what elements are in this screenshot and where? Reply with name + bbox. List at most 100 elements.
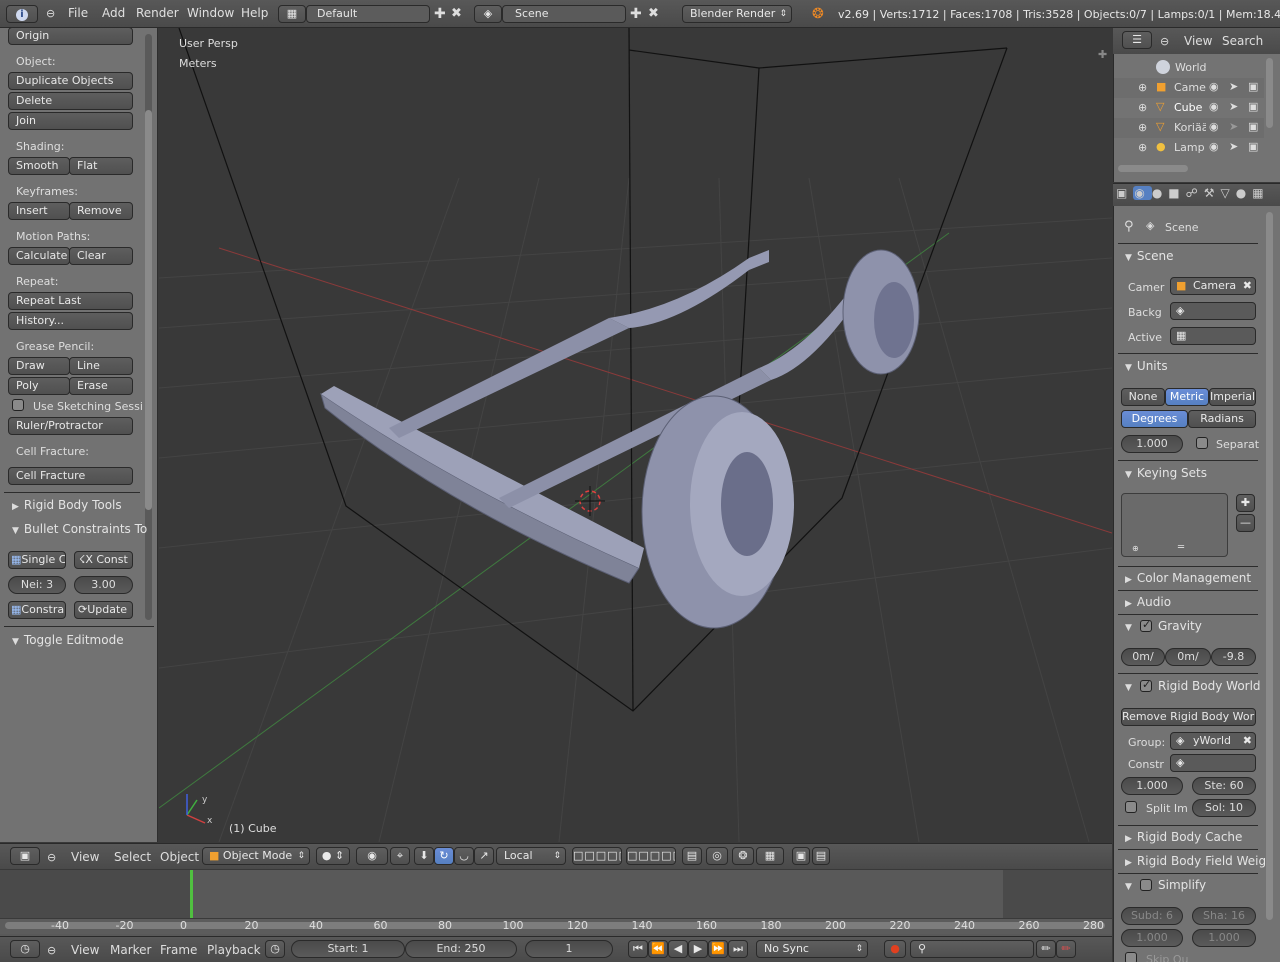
smooth-button[interactable]: Smooth	[8, 157, 70, 175]
erase-button[interactable]: Erase	[69, 377, 133, 395]
constraints-group-field[interactable]: ◈	[1170, 754, 1256, 772]
insert-keyframe-icon-button[interactable]: ✏	[1036, 940, 1056, 958]
outliner-hscrollbar[interactable]	[1118, 165, 1188, 172]
color-management-panel-header[interactable]: ▶ Color Management	[1125, 571, 1251, 585]
manipulator-toggle[interactable]: ⌖	[390, 847, 410, 865]
toggle-editmode-panel[interactable]: ▼ Toggle Editmode	[12, 633, 124, 647]
gravity-z-field[interactable]: -9.8	[1211, 648, 1256, 666]
viewport-corner-plus-icon[interactable]: ✚	[1098, 48, 1107, 61]
rigid-body-tools-panel[interactable]: ▶ Rigid Body Tools	[12, 498, 122, 512]
repeat-last-button[interactable]: Repeat Last	[8, 292, 133, 310]
clear-x-icon[interactable]: ✖	[1243, 278, 1252, 294]
add-keying-set-button[interactable]: ✚	[1236, 494, 1255, 512]
list-resize-grip-icon[interactable]: ⊕	[1132, 544, 1139, 553]
rigid-body-world-checkbox[interactable]	[1140, 678, 1152, 692]
join-button[interactable]: Join	[8, 112, 133, 130]
rotate-manipulator-button[interactable]: ↻	[434, 847, 454, 865]
pivot-point-select[interactable]: ◉	[356, 847, 388, 865]
units-none-button[interactable]: None	[1121, 388, 1165, 406]
render-engine-select[interactable]: Blender Render ⇕	[682, 5, 792, 23]
snap-element-button[interactable]: ▦	[756, 847, 784, 865]
jump-keyframe-forward-button[interactable]: ⏩	[708, 940, 728, 958]
active-clip-field[interactable]: ▦	[1170, 327, 1256, 345]
remove-keyframe-button[interactable]: Remove	[69, 202, 133, 220]
subdivision-field[interactable]: Subd: 6	[1121, 907, 1183, 925]
timeline-menu-frame[interactable]: Frame	[160, 943, 197, 957]
outliner-menu-search[interactable]: Search	[1222, 34, 1263, 48]
list-drag-handle-icon[interactable]: ═	[1178, 542, 1184, 553]
rigid-body-field-weights-panel-header[interactable]: ▶ Rigid Body Field Weigh	[1125, 854, 1265, 868]
scene-panel-header[interactable]: ▼ Scene	[1125, 249, 1174, 263]
gravity-checkbox[interactable]	[1140, 618, 1152, 632]
flat-button[interactable]: Flat	[69, 157, 133, 175]
outliner-row-world[interactable]: World	[1114, 58, 1264, 78]
jump-end-button[interactable]: ⏭	[728, 940, 748, 958]
skip-quad-checkbox[interactable]	[1125, 952, 1137, 962]
threshold-field[interactable]: 3.00	[74, 576, 133, 594]
scene-camera-field[interactable]: ■ Camera ✖	[1170, 277, 1256, 295]
translate-manipulator-button[interactable]: ⬇	[414, 847, 434, 865]
audio-panel-header[interactable]: ▶ Audio	[1125, 595, 1171, 609]
add-scene-icon[interactable]: ✚	[630, 6, 642, 22]
keying-set-field[interactable]: ⚲	[910, 940, 1034, 958]
add-layout-icon[interactable]: ✚	[434, 6, 446, 22]
outliner-vscrollbar[interactable]	[1266, 58, 1273, 128]
jump-start-button[interactable]: ⏮	[628, 940, 648, 958]
render-camera-icon[interactable]: ▣	[1248, 100, 1258, 113]
menu-render[interactable]: Render	[136, 6, 179, 20]
select-arrow-icon[interactable]: ➤	[1229, 80, 1238, 93]
unit-scale-field[interactable]: 1.000	[1121, 435, 1183, 453]
scale-manipulator-button[interactable]: ◡	[454, 847, 474, 865]
cell-fracture-button[interactable]: Cell Fracture	[8, 467, 133, 485]
units-metric-button[interactable]: Metric	[1165, 388, 1209, 406]
neighbors-field[interactable]: Nei: 3	[8, 576, 66, 594]
expand-icon[interactable]: ⊕	[1138, 101, 1147, 114]
expand-icon[interactable]: ⊕	[1138, 141, 1147, 154]
timeline-menu-playback[interactable]: Playback	[207, 943, 261, 957]
jump-keyframe-back-button[interactable]: ⏪	[648, 940, 668, 958]
tool-shelf-scroll-thumb[interactable]	[145, 110, 152, 510]
degrees-button[interactable]: Degrees	[1121, 410, 1188, 428]
calculate-button[interactable]: Calculate	[8, 247, 70, 265]
collapse-menu-icon[interactable]: ⊖	[46, 7, 55, 20]
insert-keyframe-button[interactable]: Insert	[8, 202, 70, 220]
draw-button[interactable]: Draw	[8, 357, 70, 375]
x-constraint-button[interactable]: ☇X Const	[74, 551, 133, 569]
menu-add[interactable]: Add	[102, 6, 125, 20]
expand-icon[interactable]: ⊕	[1138, 121, 1147, 134]
pin-icon[interactable]: ⚲	[1124, 219, 1134, 234]
background-scene-field[interactable]: ◈	[1170, 302, 1256, 320]
duplicate-objects-button[interactable]: Duplicate Objects	[8, 72, 133, 90]
visibility-eye-icon[interactable]: ◉	[1209, 120, 1219, 133]
delete-keyframe-icon-button[interactable]: ✏	[1056, 940, 1076, 958]
lock-layers-button[interactable]: ▤	[682, 847, 702, 865]
proportional-edit-button[interactable]: ◎	[706, 847, 728, 865]
gravity-x-field[interactable]: 0m/	[1121, 648, 1165, 666]
current-frame-field[interactable]: 1	[525, 940, 613, 958]
separate-units-checkbox[interactable]	[1196, 437, 1208, 449]
visibility-eye-icon[interactable]: ◉	[1209, 100, 1219, 113]
layers-group-2[interactable]: □□□□□	[626, 847, 676, 865]
split-impulse-checkbox[interactable]	[1125, 801, 1137, 813]
menu-window[interactable]: Window	[187, 6, 234, 20]
timeline-menu-marker[interactable]: Marker	[110, 943, 151, 957]
screen-layout-icon-button[interactable]: ▦	[278, 5, 306, 23]
timeline-current-frame-line[interactable]	[190, 870, 193, 918]
scene-field[interactable]: Scene	[502, 5, 626, 23]
history-button[interactable]: History...	[8, 312, 133, 330]
scene-icon-button[interactable]: ◈	[474, 5, 502, 23]
outliner-collapse-icon[interactable]: ⊖	[1160, 35, 1169, 48]
screen-layout-field[interactable]: Default	[306, 5, 430, 23]
steps-per-second-field[interactable]: Ste: 60	[1192, 777, 1256, 795]
snap-manipulator-button[interactable]: ↗	[474, 847, 494, 865]
render-camera-icon[interactable]: ▣	[1248, 80, 1258, 93]
properties-tab-icons[interactable]: ▣◉●■☍⚒▽●▦	[1116, 186, 1278, 204]
rigid-body-cache-panel-header[interactable]: ▶ Rigid Body Cache	[1125, 830, 1242, 844]
menu-help[interactable]: Help	[241, 6, 268, 20]
keying-clock-button[interactable]: ◷	[265, 940, 285, 958]
record-button[interactable]: ●	[884, 940, 906, 958]
viewport-shading-select[interactable]: ● ⇕	[316, 847, 350, 865]
speed-field[interactable]: 1.000	[1121, 777, 1183, 795]
radians-button[interactable]: Radians	[1188, 410, 1256, 428]
origin-button[interactable]: Origin	[8, 27, 133, 45]
